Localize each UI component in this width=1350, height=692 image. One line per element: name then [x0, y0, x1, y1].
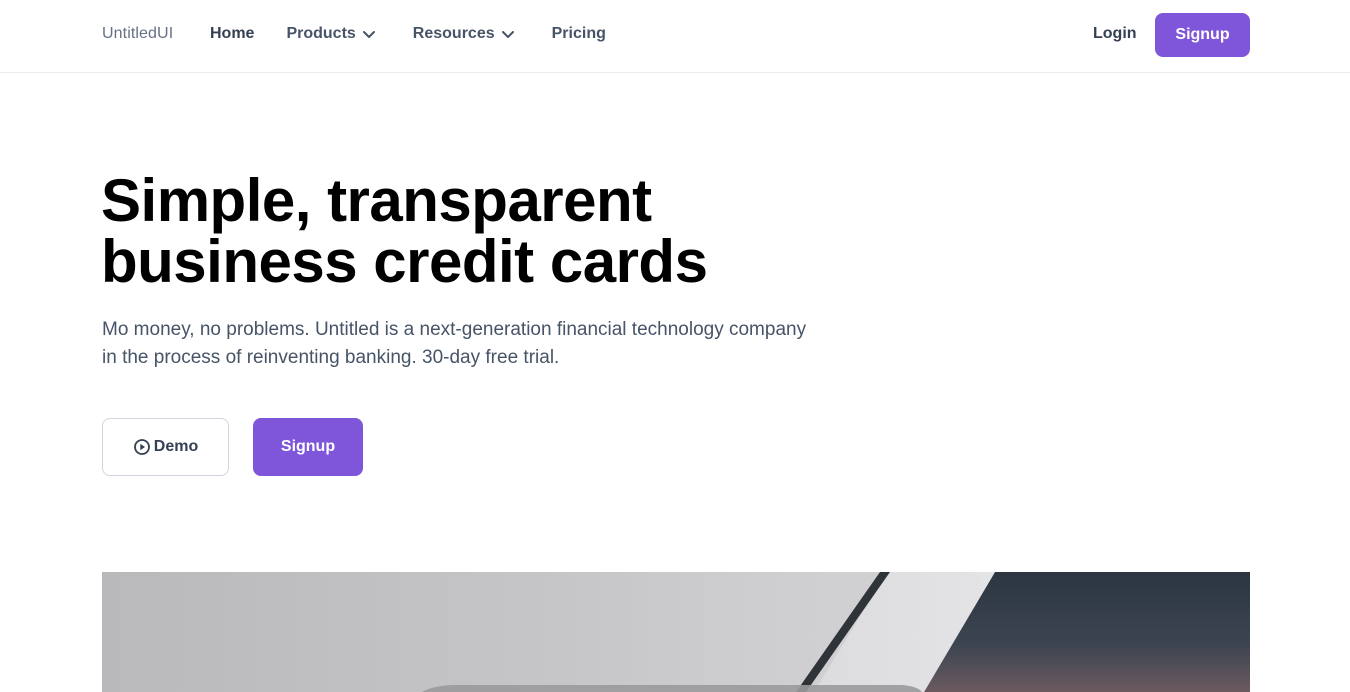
nav-link-home-label: Home [210, 25, 255, 42]
nav-link-products-label: Products [286, 25, 356, 42]
hero-title: Simple, transparent business credit card… [101, 167, 708, 295]
login-link[interactable]: Login [1093, 25, 1137, 43]
chevron-down-icon [361, 26, 377, 42]
nav-link-pricing[interactable]: Pricing [552, 25, 606, 43]
chevron-down-icon [500, 26, 516, 42]
top-navigation: UntitledUI Home Products Resources Prici… [0, 0, 1350, 73]
nav-link-home[interactable]: Home [210, 25, 254, 43]
signup-button-header[interactable]: Signup [1155, 13, 1250, 57]
play-circle-icon [133, 438, 151, 456]
nav-link-resources-label: Resources [412, 25, 495, 42]
hero-subtitle: Mo money, no problems. Untitled is a nex… [102, 319, 807, 368]
demo-button[interactable]: Demo [102, 418, 229, 476]
nav-link-pricing-label: Pricing [551, 25, 606, 42]
demo-button-label: Demo [153, 438, 199, 455]
signup-button-hero[interactable]: Signup [253, 418, 363, 476]
nav-links: Home Products Resources Pricing [210, 25, 606, 43]
hero-image-graphic [422, 572, 1250, 692]
nav-link-products[interactable]: Products [286, 25, 376, 43]
nav-link-resources[interactable]: Resources [413, 25, 516, 43]
hero-image [102, 572, 1250, 692]
brand-logo[interactable]: UntitledUI [102, 25, 173, 43]
